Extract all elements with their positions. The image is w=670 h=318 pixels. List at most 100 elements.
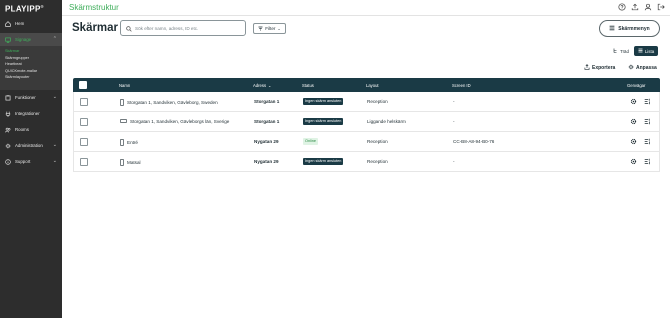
page-title: Skärmar — [72, 22, 119, 34]
list-view-label: Lista — [644, 48, 655, 54]
sidebar-item-administration[interactable]: Administration ⌄ — [0, 139, 62, 152]
chevron-down-icon: ⌄ — [52, 142, 57, 148]
status-badge: Ingen skärm ansluten — [303, 117, 344, 125]
puzzle-icon — [5, 94, 11, 101]
sidebar-item-label: Rooms — [15, 127, 29, 132]
sidebar-item-label: Support — [15, 159, 31, 164]
select-all-checkbox[interactable] — [79, 81, 87, 89]
sidebar-item-hem[interactable]: Hem — [0, 17, 62, 30]
export-icon — [584, 64, 590, 72]
user-icon[interactable] — [644, 3, 652, 11]
chevron-down-icon: ⌄ — [52, 94, 57, 100]
list-settings-icon[interactable] — [643, 158, 651, 166]
upload-icon[interactable] — [631, 3, 639, 11]
settings-gear-icon[interactable] — [629, 158, 637, 166]
customize-button[interactable]: Anpassa — [628, 64, 657, 72]
filter-button[interactable]: Filter ⌄ — [253, 23, 286, 34]
column-header-name[interactable]: Namn — [119, 83, 130, 88]
table-row[interactable]: Matsal Nygatan 29 Ingen skärm ansluten R… — [73, 152, 660, 172]
screen-id-cell: CC-B8-A8-94-B0-76 — [453, 138, 495, 144]
shortcuts-cell — [629, 118, 651, 126]
address-cell: Nygatan 29 — [254, 158, 279, 164]
screen-id-cell: - — [453, 158, 455, 164]
tree-view-label: Träd — [620, 48, 629, 54]
layout-cell: Reception — [367, 138, 388, 144]
address-cell: Storgatan 1 — [254, 98, 280, 104]
filter-icon — [258, 26, 263, 32]
sidebar-item-rooms[interactable]: Rooms — [0, 123, 62, 136]
shortcuts-cell — [629, 98, 651, 106]
row-checkbox[interactable] — [80, 158, 88, 166]
list-icon — [638, 48, 643, 54]
sidebar-item-integrationer[interactable]: Integrationer — [0, 107, 62, 120]
settings-gear-icon[interactable] — [629, 138, 637, 146]
layout-cell: Liggande helskärm — [367, 118, 406, 124]
column-header-status[interactable]: Status — [302, 83, 314, 88]
top-bar: Skärmstruktur — [62, 0, 670, 16]
info-icon — [5, 158, 11, 165]
logout-icon[interactable] — [657, 3, 665, 11]
help-icon[interactable] — [618, 3, 626, 11]
breadcrumb[interactable]: Skärmstruktur — [69, 3, 119, 12]
screen-id-cell: - — [453, 98, 455, 104]
sidebar-item-label: Hem — [15, 21, 25, 26]
screen-name-cell[interactable]: Matsal — [120, 158, 141, 167]
sidebar-item-label: Integrationer — [15, 111, 40, 116]
sidebar-item-label: Funktioner — [15, 95, 36, 100]
chevron-down-icon: ⌄ — [52, 158, 57, 164]
tree-view-button[interactable]: Träd — [610, 46, 632, 56]
portrait-screen-icon — [120, 98, 124, 107]
table-row[interactable]: Storgatan 1, Sandviken, Gävleborgs län, … — [73, 112, 660, 132]
screen-name-cell[interactable]: Storgatan 1, Sandviken, Gävleborgs län, … — [120, 119, 229, 124]
menu-icon — [609, 25, 615, 33]
status-badge: Ingen skärm ansluten — [303, 157, 344, 165]
list-settings-icon[interactable] — [643, 118, 651, 126]
gear-icon — [5, 143, 11, 149]
table-header: Namn Adress ⌄ Status Layout Screen ID Ge… — [73, 78, 660, 92]
list-settings-icon[interactable] — [643, 138, 651, 146]
export-button[interactable]: Exportera — [584, 64, 615, 72]
list-settings-icon[interactable] — [643, 98, 651, 106]
row-checkbox[interactable] — [80, 138, 88, 146]
rooms-icon — [5, 127, 11, 133]
list-view-button[interactable]: Lista — [634, 46, 658, 56]
screen-name-cell[interactable]: Entré — [120, 138, 138, 147]
row-checkbox[interactable] — [80, 118, 88, 126]
column-header-address[interactable]: Adress ⌄ — [253, 83, 272, 88]
gear-icon — [628, 64, 634, 72]
layout-cell: Reception — [367, 98, 388, 104]
table-row[interactable]: Entré Nygatan 29 Online Reception CC-B8-… — [73, 132, 660, 152]
settings-gear-icon[interactable] — [629, 118, 637, 126]
logo[interactable]: PLAYIPP® — [5, 4, 44, 14]
sidebar-item-label: Administration — [15, 143, 43, 148]
column-header-screen-id[interactable]: Screen ID — [452, 83, 471, 88]
screen-menu-button[interactable]: Skärmmenyn — [599, 20, 660, 37]
sidebar-item-funktioner[interactable]: Funktioner ⌄ — [0, 91, 62, 104]
address-cell: Storgatan 1 — [254, 118, 280, 124]
search-icon — [126, 19, 132, 37]
settings-gear-icon[interactable] — [629, 98, 637, 106]
screen-id-cell: - — [453, 118, 455, 124]
column-header-shortcuts: Genvägar — [627, 83, 646, 88]
sidebar: PLAYIPP® Hem Signage ⌃ Skärmar Skärmgrup… — [0, 0, 62, 318]
portrait-screen-icon — [120, 138, 124, 147]
table-row[interactable]: Storgatan 1, Sandviken, Gävleborg, Swede… — [73, 92, 660, 112]
filter-label: Filter — [265, 26, 276, 31]
shortcuts-cell — [629, 158, 651, 166]
sidebar-item-signage[interactable]: Signage ⌃ — [0, 33, 62, 46]
tree-icon — [613, 48, 618, 54]
column-header-label: Adress — [253, 83, 267, 88]
portrait-screen-icon — [120, 158, 124, 167]
sidebar-subitem-skarmlayouter[interactable]: Skärmlayouter — [0, 74, 62, 81]
row-checkbox[interactable] — [80, 98, 88, 106]
view-toggle: Träd Lista — [610, 46, 658, 56]
sidebar-item-support[interactable]: Support ⌄ — [0, 155, 62, 168]
screen-name-cell[interactable]: Storgatan 1, Sandviken, Gävleborg, Swede… — [120, 98, 218, 107]
signage-submenu: Skärmar Skärmgrupper Heartbeat QUICKmote… — [0, 46, 62, 90]
shortcuts-cell — [629, 138, 651, 146]
column-header-layout[interactable]: Layout — [366, 83, 379, 88]
address-cell: Nygatan 29 — [254, 138, 279, 144]
status-badge: Online — [303, 137, 318, 145]
search-input[interactable] — [135, 25, 243, 31]
search-box — [120, 20, 246, 36]
